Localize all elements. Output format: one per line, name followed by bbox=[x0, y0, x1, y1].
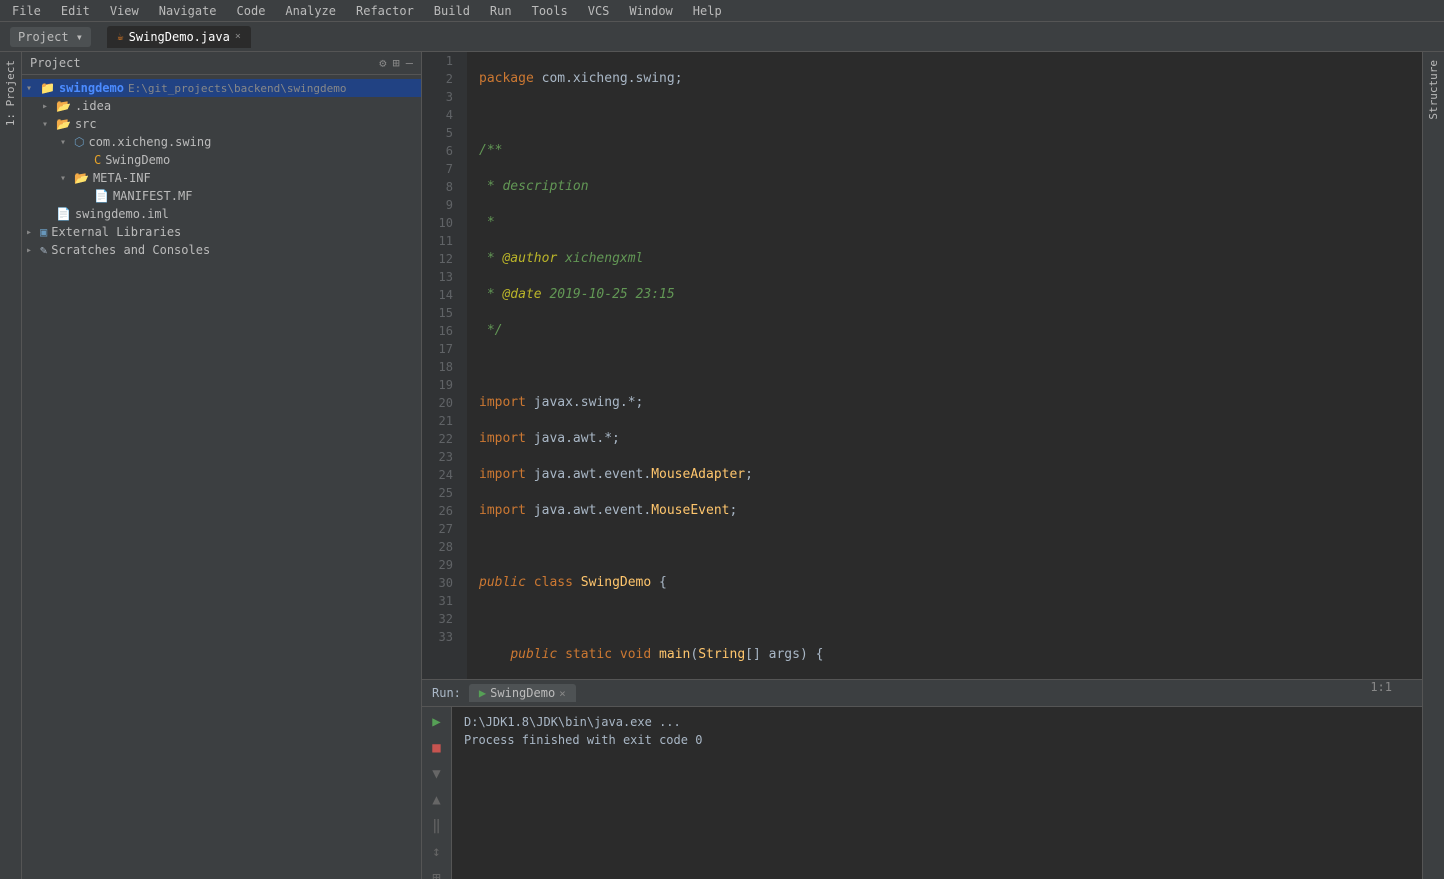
run-tab-icon: ▶ bbox=[479, 686, 486, 700]
tab-bar: ☕ SwingDemo.java × bbox=[107, 26, 251, 48]
project-panel-header: Project ⚙ ⊞ — bbox=[22, 52, 421, 75]
run-panel-header: Run: ▶ SwingDemo × bbox=[422, 680, 1422, 707]
run-body: ▶ ■ ▼ ▲ ‖ ↕ ⊞ ✎ 🗑 D:\JDK1.8\JDK\bin\java… bbox=[422, 707, 1422, 879]
tab-close-button[interactable]: × bbox=[235, 31, 241, 42]
main-area: 1: Project Project ⚙ ⊞ — ▾ 📁 swingdemo E… bbox=[0, 52, 1444, 879]
menu-navigate[interactable]: Navigate bbox=[155, 2, 221, 20]
run-down-button[interactable]: ▼ bbox=[426, 763, 448, 785]
tree-label-swingdemo: swingdemo bbox=[59, 81, 124, 95]
project-tree: ▾ 📁 swingdemo E:\git_projects\backend\sw… bbox=[22, 75, 421, 879]
line-numbers: 12345 678910 1112131415 1617181920 21222… bbox=[422, 52, 467, 679]
project-icon: 📁 bbox=[40, 81, 55, 95]
library-icon: ▣ bbox=[40, 225, 47, 239]
project-header-icons: ⚙ ⊞ — bbox=[379, 56, 413, 70]
menu-file[interactable]: File bbox=[8, 2, 45, 20]
code-editor[interactable]: package com.xicheng.swing; /** * descrip… bbox=[467, 52, 1422, 679]
tree-item-src[interactable]: ▾ 📂 src bbox=[22, 115, 421, 133]
arrow-icon: ▾ bbox=[26, 83, 40, 94]
menu-refactor[interactable]: Refactor bbox=[352, 2, 418, 20]
code-container: 12345 678910 1112131415 1617181920 21222… bbox=[422, 52, 1422, 679]
editor-tab-swingdemo[interactable]: ☕ SwingDemo.java × bbox=[107, 26, 251, 48]
run-up-button[interactable]: ▲ bbox=[426, 789, 448, 811]
arrow-icon: ▾ bbox=[42, 119, 56, 130]
tree-path-swingdemo: E:\git_projects\backend\swingdemo bbox=[128, 82, 347, 95]
menu-help[interactable]: Help bbox=[689, 2, 726, 20]
tab-label: SwingDemo.java bbox=[129, 30, 230, 44]
tree-item-meta-inf[interactable]: ▾ 📂 META-INF bbox=[22, 169, 421, 187]
scratches-icon: ✎ bbox=[40, 243, 47, 257]
project-panel: Project ⚙ ⊞ — ▾ 📁 swingdemo E:\git_proje… bbox=[22, 52, 422, 879]
tree-label-swingdemo-class: SwingDemo bbox=[105, 153, 170, 167]
tree-label-iml: swingdemo.iml bbox=[75, 207, 169, 221]
editor-area: 12345 678910 1112131415 1617181920 21222… bbox=[422, 52, 1422, 679]
run-play-button[interactable]: ▶ bbox=[426, 711, 448, 733]
run-pause-button[interactable]: ‖ bbox=[426, 815, 448, 837]
menu-tools[interactable]: Tools bbox=[528, 2, 572, 20]
manifest-icon: 📄 bbox=[94, 189, 109, 203]
tree-item-manifest[interactable]: 📄 MANIFEST.MF bbox=[22, 187, 421, 205]
folder-icon: 📂 bbox=[56, 99, 71, 113]
menu-vcs[interactable]: VCS bbox=[584, 2, 614, 20]
tree-label-src: src bbox=[75, 117, 97, 131]
project-dropdown[interactable]: Project ▾ bbox=[10, 27, 91, 47]
menu-view[interactable]: View bbox=[106, 2, 143, 20]
menu-bar: File Edit View Navigate Code Analyze Ref… bbox=[0, 0, 1444, 22]
project-vertical-tab[interactable]: 1: Project bbox=[1, 52, 20, 134]
menu-run[interactable]: Run bbox=[486, 2, 516, 20]
tree-label-pkg: com.xicheng.swing bbox=[88, 135, 211, 149]
run-toolbar: ▶ ■ ▼ ▲ ‖ ↕ ⊞ ✎ 🗑 bbox=[422, 707, 452, 879]
tree-label-scratches: Scratches and Consoles bbox=[51, 243, 210, 257]
iml-icon: 📄 bbox=[56, 207, 71, 221]
arrow-icon: ▸ bbox=[42, 101, 56, 112]
menu-analyze[interactable]: Analyze bbox=[281, 2, 340, 20]
expand-icon[interactable]: ⊞ bbox=[393, 56, 400, 70]
project-panel-title: Project bbox=[30, 56, 81, 70]
java-file-icon: ☕ bbox=[117, 30, 124, 43]
right-vertical-tabs: Structure bbox=[1422, 52, 1444, 879]
arrow-icon: ▾ bbox=[60, 137, 74, 148]
menu-edit[interactable]: Edit bbox=[57, 2, 94, 20]
folder-icon: 📂 bbox=[56, 117, 71, 131]
tree-label-meta-inf: META-INF bbox=[93, 171, 151, 185]
tree-item-ext-libs[interactable]: ▸ ▣ External Libraries bbox=[22, 223, 421, 241]
run-stop-button[interactable]: ■ bbox=[426, 737, 448, 759]
run-output-line2: Process finished with exit code 0 bbox=[464, 731, 1410, 749]
run-label: Run: bbox=[432, 686, 461, 700]
tree-item-idea[interactable]: ▸ 📂 .idea bbox=[22, 97, 421, 115]
tree-item-iml[interactable]: 📄 swingdemo.iml bbox=[22, 205, 421, 223]
title-bar: Project ▾ ☕ SwingDemo.java × bbox=[0, 22, 1444, 52]
java-class-icon: C bbox=[94, 153, 101, 167]
run-expand-button[interactable]: ↕ bbox=[426, 841, 448, 863]
run-output-line1: D:\JDK1.8\JDK\bin\java.exe ... bbox=[464, 713, 1410, 731]
run-wrap-button[interactable]: ⊞ bbox=[426, 867, 448, 879]
folder-icon: 📂 bbox=[74, 171, 89, 185]
run-output: D:\JDK1.8\JDK\bin\java.exe ... Process f… bbox=[452, 707, 1422, 879]
structure-vertical-tab[interactable]: Structure bbox=[1424, 52, 1443, 128]
tree-item-swingdemo[interactable]: ▾ 📁 swingdemo E:\git_projects\backend\sw… bbox=[22, 79, 421, 97]
run-tab-close[interactable]: × bbox=[559, 687, 566, 700]
menu-window[interactable]: Window bbox=[625, 2, 676, 20]
arrow-icon: ▸ bbox=[26, 245, 40, 256]
tree-item-pkg[interactable]: ▾ ⬡ com.xicheng.swing bbox=[22, 133, 421, 151]
run-tab-label: SwingDemo bbox=[490, 686, 555, 700]
settings-icon[interactable]: ⚙ bbox=[379, 56, 386, 70]
tree-item-scratches[interactable]: ▸ ✎ Scratches and Consoles bbox=[22, 241, 421, 259]
package-icon: ⬡ bbox=[74, 135, 84, 149]
tree-label-ext-libs: External Libraries bbox=[51, 225, 181, 239]
menu-build[interactable]: Build bbox=[430, 2, 474, 20]
arrow-icon: ▸ bbox=[26, 227, 40, 238]
tree-label-idea: .idea bbox=[75, 99, 111, 113]
menu-code[interactable]: Code bbox=[233, 2, 270, 20]
run-tab-swingdemo[interactable]: ▶ SwingDemo × bbox=[469, 684, 576, 702]
arrow-icon: ▾ bbox=[60, 173, 74, 184]
run-panel: Run: ▶ SwingDemo × ▶ ■ ▼ ▲ ‖ ↕ ⊞ ✎ 🗑 bbox=[422, 679, 1422, 879]
collapse-icon[interactable]: — bbox=[406, 56, 413, 70]
tree-item-swingdemo-class[interactable]: C SwingDemo bbox=[22, 151, 421, 169]
left-vertical-tabs: 1: Project bbox=[0, 52, 22, 879]
tree-label-manifest: MANIFEST.MF bbox=[113, 189, 192, 203]
